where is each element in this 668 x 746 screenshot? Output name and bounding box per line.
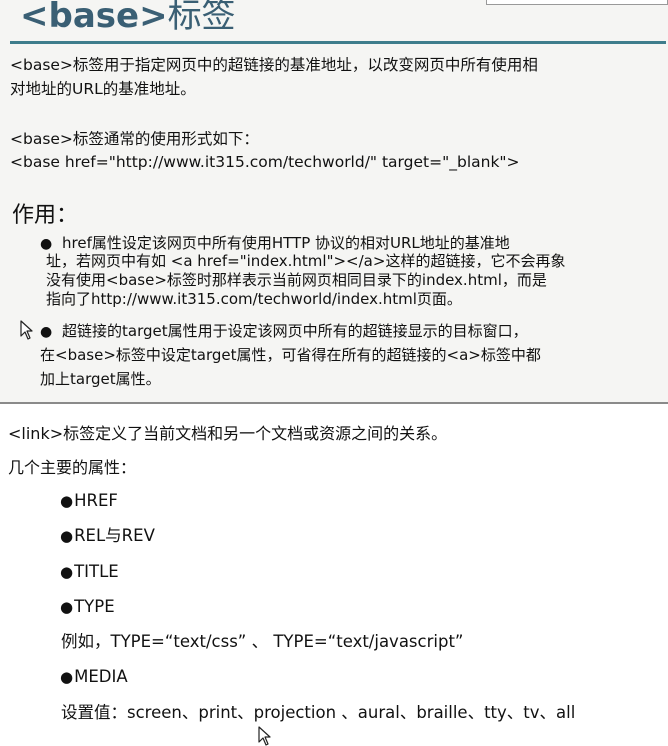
- attr-item-media: ●MEDIA: [60, 666, 128, 688]
- bullet-dot: ●: [40, 324, 53, 340]
- mouse-pointer-icon: [20, 320, 33, 340]
- slide-title-rest: 标签: [167, 0, 236, 36]
- attr-item-type: ●TYPE: [60, 596, 115, 618]
- attr-item-title: ●TITLE: [60, 561, 119, 583]
- bullet-dot: ●: [60, 492, 74, 510]
- attr-label: 例如，TYPE=“text/css” 、 TYPE=“text/javascri…: [61, 632, 464, 651]
- window-field-edge: [486, 0, 668, 5]
- usage-code: <base href="http://www.it315.com/techwor…: [10, 153, 520, 171]
- bullet-2-line-1: 超链接的target属性用于设定该网页中所有的超链接显示的目标窗口，: [62, 322, 528, 340]
- attr-label: MEDIA: [74, 667, 128, 686]
- type-example: 例如，TYPE=“text/css” 、 TYPE=“text/javascri…: [60, 631, 463, 653]
- attr-label: TYPE: [74, 597, 115, 616]
- bullet-1-line-2: 址，若网页中有如 <a href="index.html"></a>这样的超链接…: [46, 252, 566, 270]
- bullet-2-line-2: 在<base>标签中设定target属性，可省得在所有的超链接的<a>标签中都: [40, 346, 541, 364]
- link-intro: <link>标签定义了当前文档和另一个文档或资源之间的关系。: [8, 424, 448, 443]
- slide-title-tag: <base>: [20, 0, 168, 36]
- bullet-dot: ●: [60, 563, 74, 581]
- link-attrs-label: 几个主要的属性：: [8, 458, 137, 477]
- attr-item-rel-rev: ●REL与REV: [60, 525, 155, 547]
- attr-label: REL与REV: [74, 526, 155, 545]
- mouse-pointer-icon: [258, 726, 271, 746]
- bullet-1-line-4: 指向了http://www.it315.com/techworld/index.…: [46, 290, 462, 308]
- attr-label: TITLE: [74, 562, 119, 581]
- effect-heading: 作用：: [12, 203, 79, 228]
- title-divider: [10, 41, 666, 44]
- bullet-2-line-3: 加上target属性。: [40, 370, 161, 388]
- attr-label: 设置值：screen、print、projection 、aural、brail…: [61, 703, 576, 722]
- usage-line: <base>标签通常的使用形式如下：: [10, 130, 259, 148]
- bullet-dot: ●: [40, 236, 53, 252]
- bullet-dot: ●: [60, 668, 74, 686]
- intro-line-2: 对地址的URL的基准地址。: [10, 80, 196, 98]
- media-values: 设置值：screen、print、projection 、aural、brail…: [60, 702, 575, 724]
- bullet-dot: ●: [60, 527, 74, 545]
- intro-line-1: <base>标签用于指定网页中的超链接的基准地址，以改变网页中所有使用相: [10, 56, 538, 74]
- bullet-1-line-3: 没有使用<base>标签时那样表示当前网页相同目录下的index.html，而是: [46, 271, 547, 289]
- bullet-1-line-1: href属性设定该网页中所有使用HTTP 协议的相对URL地址的基准地: [62, 234, 510, 252]
- slide-title: <base>标签: [20, 0, 236, 38]
- attr-item-href: ●HREF: [60, 490, 118, 512]
- bullet-dot: ●: [60, 598, 74, 616]
- attr-label: HREF: [74, 491, 118, 510]
- base-tag-slide: <base>标签 <base>标签用于指定网页中的超链接的基准地址，以改变网页中…: [0, 0, 668, 404]
